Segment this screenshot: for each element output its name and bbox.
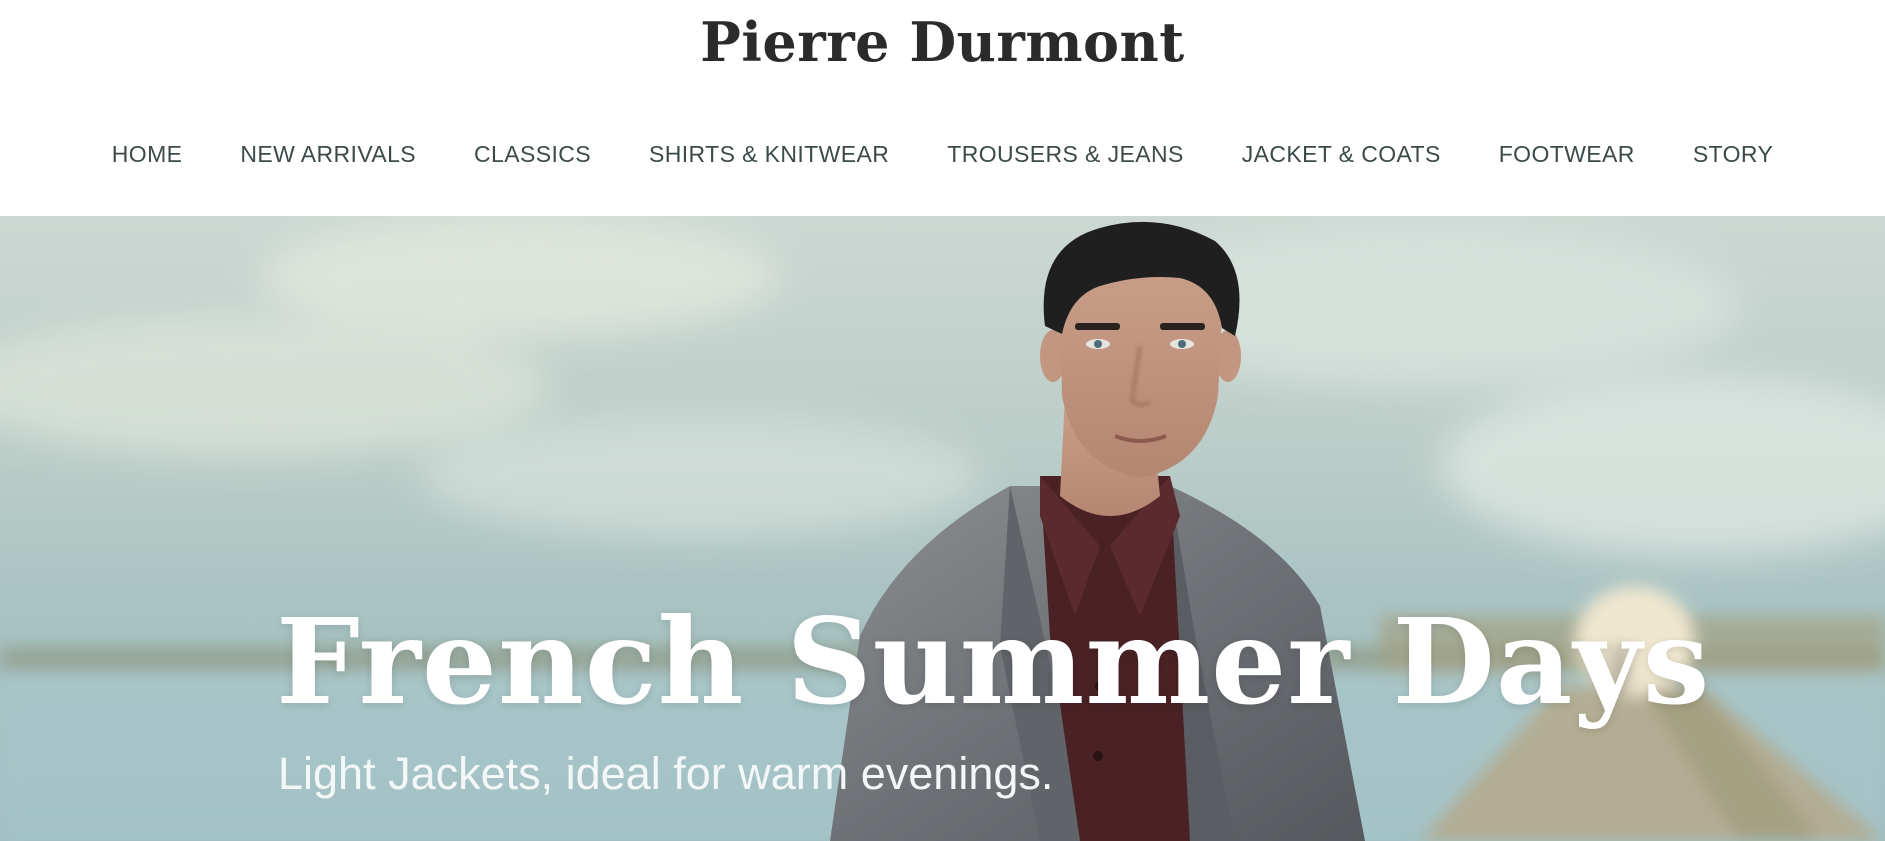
hero-title: French Summer Days — [276, 592, 1711, 731]
nav-item-story[interactable]: STORY — [1693, 134, 1773, 174]
nav-item-home[interactable]: HOME — [112, 134, 183, 174]
hero-subtitle: Light Jackets, ideal for warm evenings. — [278, 748, 1054, 799]
site-header: Pierre Durmont HOME NEW ARRIVALS CLASSIC… — [0, 0, 1885, 216]
hero-banner[interactable]: French Summer Days Light Jackets, ideal … — [0, 216, 1885, 841]
brand-logo[interactable]: Pierre Durmont — [0, 6, 1885, 78]
nav-item-footwear[interactable]: FOOTWEAR — [1499, 134, 1635, 174]
nav-item-trousers-jeans[interactable]: TROUSERS & JEANS — [947, 134, 1183, 174]
nav-item-shirts-knitwear[interactable]: SHIRTS & KNITWEAR — [649, 134, 889, 174]
nav-item-classics[interactable]: CLASSICS — [474, 134, 591, 174]
nav-item-jacket-coats[interactable]: JACKET & COATS — [1242, 134, 1441, 174]
nav-item-new-arrivals[interactable]: NEW ARRIVALS — [240, 134, 416, 174]
main-nav: HOME NEW ARRIVALS CLASSICS SHIRTS & KNIT… — [0, 134, 1885, 174]
